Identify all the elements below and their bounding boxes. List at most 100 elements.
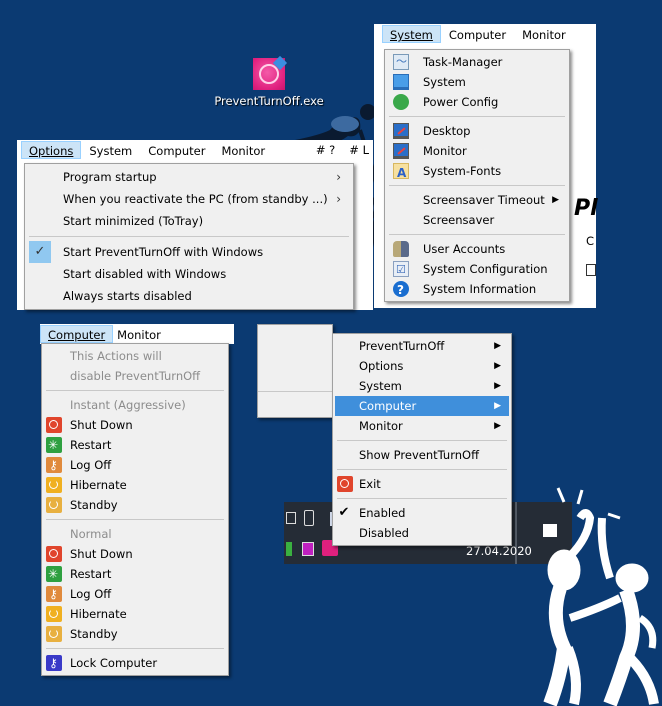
menu-item-lock-computer[interactable]: Lock Computer (44, 653, 226, 673)
menu-item-user-accounts[interactable]: User Accounts (387, 239, 567, 259)
menubar-help-hash[interactable]: # ? (316, 143, 335, 157)
background-text-fragment: C (586, 234, 595, 248)
system-window-menubar: System Computer Monitor (374, 24, 596, 44)
power-plug-icon (393, 94, 409, 110)
desktop-icon (393, 123, 409, 139)
menubar-monitor[interactable]: Monitor (113, 325, 169, 343)
menu-item-system-configuration[interactable]: System Configuration (387, 259, 567, 280)
submenu-arrow-icon: ▶ (494, 421, 501, 431)
tray-menu-item-preventturnoff[interactable]: PreventTurnOff ▶ (335, 336, 509, 356)
menu-item-normal-logoff[interactable]: Log Off (44, 584, 226, 604)
monitor-icon (393, 74, 409, 90)
menu-separator (337, 469, 507, 470)
menu-separator (337, 440, 507, 441)
restart-icon (46, 435, 62, 455)
menu-separator (46, 519, 224, 520)
tray-meter-icon[interactable] (286, 542, 292, 556)
menu-item-system-fonts[interactable]: System-Fonts (387, 161, 567, 183)
menubar-computer[interactable]: Computer (441, 25, 514, 43)
menu-header-line: disable PreventTurnOff (70, 369, 201, 383)
tray-menu-item-exit[interactable]: Exit (335, 474, 509, 494)
chevron-right-icon: › (336, 170, 341, 184)
menu-separator (389, 185, 565, 186)
options-dropdown-menu: Program startup › When you reactivate the… (24, 163, 354, 310)
standby-icon (46, 497, 62, 513)
menu-separator (258, 391, 332, 392)
menu-item-screensaver[interactable]: Screensaver (387, 210, 567, 230)
menu-item-system-information[interactable]: System Information (387, 279, 567, 300)
preventturnoff-app-icon (253, 55, 288, 90)
menu-item-normal-shutdown[interactable]: Shut Down (44, 544, 226, 564)
menu-item-start-with-windows[interactable]: ✓ Start PreventTurnOff with Windows (27, 241, 351, 263)
checkmark-icon: ✔ (338, 505, 350, 520)
tray-menu-item-system[interactable]: System ▶ (335, 376, 509, 396)
menu-separator (389, 234, 565, 235)
restart-icon (46, 564, 62, 584)
menubar-computer[interactable]: Computer (140, 141, 213, 159)
menu-item-normal-standby[interactable]: Standby (44, 624, 226, 644)
tray-menu-item-options[interactable]: Options ▶ (335, 356, 509, 376)
hibernate-icon (46, 606, 62, 622)
submenu-arrow-icon: ▶ (494, 381, 501, 391)
background-checkbox (586, 264, 596, 276)
menubar-language-hash[interactable]: # L (349, 143, 369, 157)
menu-item-instant-logoff[interactable]: Log Off (44, 455, 226, 475)
menu-item-power-config[interactable]: Power Config (387, 92, 567, 112)
users-icon (393, 241, 409, 257)
menu-separator (46, 648, 224, 649)
computer-window: Computer Monitor (40, 324, 234, 344)
tray-menu-item-enabled[interactable]: ✔ Enabled (335, 503, 509, 523)
menubar-computer[interactable]: Computer (40, 325, 114, 343)
submenu-arrow-icon: ▶ (494, 401, 501, 411)
tray-color-icon[interactable] (302, 542, 314, 556)
menu-item-desktop[interactable]: Desktop (387, 121, 567, 141)
tray-menu-item-disabled[interactable]: Disabled (335, 523, 509, 543)
menu-separator (389, 116, 565, 117)
menu-separator (337, 498, 507, 499)
lock-key-icon (46, 653, 62, 673)
menu-item-reactivate-pc[interactable]: When you reactivate the PC (from standby… (27, 188, 351, 210)
menu-item-instant-restart[interactable]: Restart (44, 435, 226, 455)
menu-item-monitor[interactable]: Monitor (387, 141, 567, 161)
logoff-key-icon (46, 455, 62, 475)
menu-item-always-disabled[interactable]: Always starts disabled (27, 285, 351, 307)
shutdown-icon (46, 546, 62, 562)
menubar-monitor[interactable]: Monitor (514, 25, 574, 43)
help-icon (393, 280, 409, 300)
menu-header-line: This Actions will (70, 349, 162, 363)
section-label-instant: Instant (Aggressive) (70, 398, 186, 412)
menu-item-task-manager[interactable]: Task-Manager (387, 52, 567, 72)
computer-dropdown-menu: This Actions will disable PreventTurnOff… (41, 343, 229, 676)
high-five-figures-illustration (543, 487, 659, 706)
chevron-right-icon: › (336, 192, 341, 206)
desktop-icon (393, 143, 409, 159)
tray-menu-item-monitor[interactable]: Monitor ▶ (335, 416, 509, 436)
standby-icon (46, 626, 62, 642)
menu-item-system[interactable]: System (387, 72, 567, 92)
menubar-system[interactable]: System (382, 25, 441, 43)
menu-separator (46, 390, 224, 391)
menu-item-instant-standby[interactable]: Standby (44, 495, 226, 515)
menu-item-normal-restart[interactable]: Restart (44, 564, 226, 584)
menu-separator (29, 236, 349, 237)
checkmark-icon: ✓ (29, 241, 51, 263)
menu-item-start-disabled[interactable]: Start disabled with Windows (27, 263, 351, 285)
computer-window-menubar: Computer Monitor (40, 324, 234, 344)
tray-menu-item-computer[interactable]: Computer ▶ (335, 396, 509, 416)
menu-item-instant-hibernate[interactable]: Hibernate (44, 475, 226, 495)
menu-item-instant-shutdown[interactable]: Shut Down (44, 415, 226, 435)
menubar-monitor[interactable]: Monitor (213, 141, 273, 159)
usb-drive-icon[interactable] (304, 510, 314, 526)
options-window-menubar: Options System Computer Monitor # ? # L (17, 140, 373, 160)
menubar-options[interactable]: Options (21, 141, 82, 159)
menu-item-program-startup[interactable]: Program startup › (27, 166, 351, 188)
tray-menu-item-show[interactable]: Show PreventTurnOff (335, 445, 509, 465)
menubar-system[interactable]: System (81, 141, 140, 159)
taskbar-date: 27.04.2020 (466, 544, 532, 558)
system-config-icon (393, 260, 409, 280)
menu-item-start-minimized[interactable]: Start minimized (ToTray) (27, 210, 351, 232)
menu-item-screensaver-timeout[interactable]: Screensaver Timeout ▶ (387, 190, 567, 210)
background-title-fragment: Pl (574, 196, 598, 221)
menu-item-normal-hibernate[interactable]: Hibernate (44, 604, 226, 624)
tray-device-icon[interactable] (286, 512, 296, 524)
